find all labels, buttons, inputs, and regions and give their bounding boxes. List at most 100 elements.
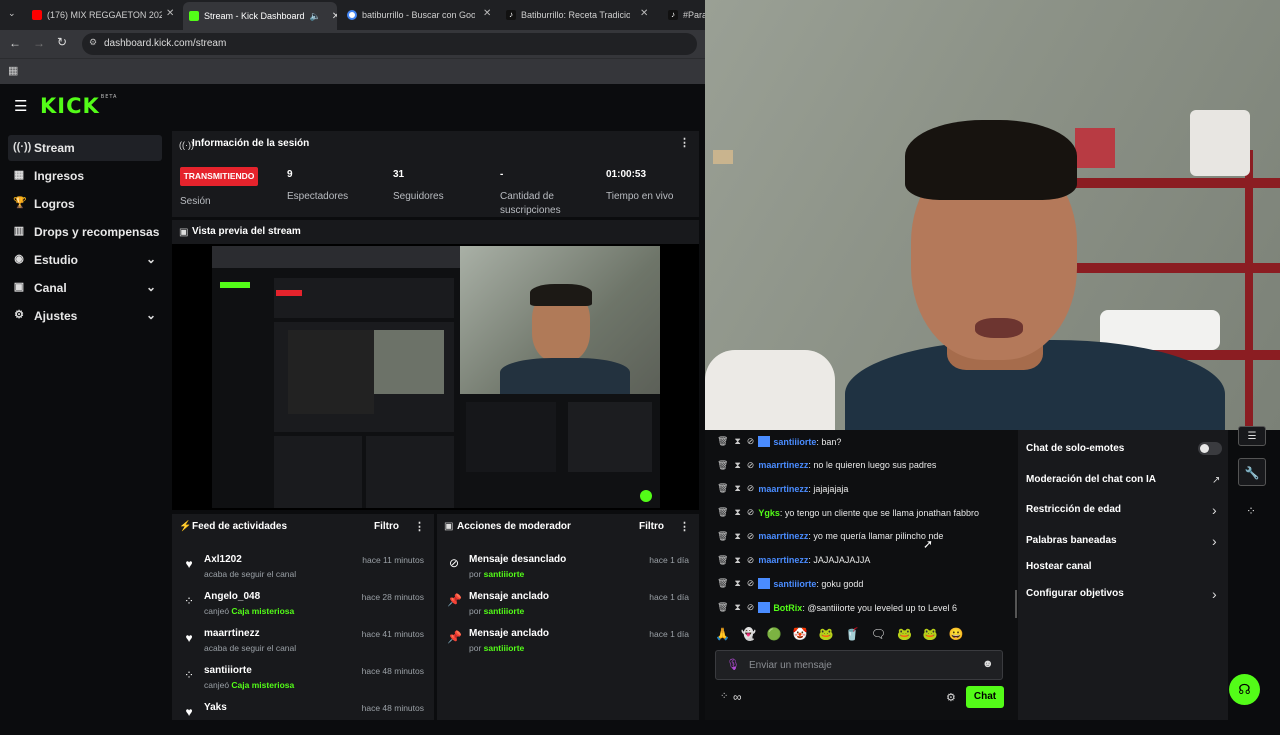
chat-settings-icon[interactable]: ⚙ <box>946 691 956 704</box>
url-field[interactable]: ⚙ dashboard.kick.com/stream <box>82 33 697 55</box>
timeout-icon[interactable]: ⧗ <box>734 436 740 447</box>
delete-message-icon[interactable]: 🗑 <box>717 460 728 471</box>
feed-username[interactable]: Yaks <box>204 702 227 713</box>
feed-username[interactable]: maarrtinezz <box>204 628 260 639</box>
mod-action-item[interactable]: ⊘ Mensaje desanclado hace 1 día por santiii… <box>437 553 699 587</box>
feed-filter-button[interactable]: Filtro <box>374 521 399 532</box>
wrench-icon[interactable]: 🔧 <box>1238 458 1266 486</box>
timeout-icon[interactable]: ⧗ <box>734 483 740 494</box>
back-arrow-icon[interactable]: ← <box>9 36 21 50</box>
emote-icon[interactable]: 🥤 <box>845 627 860 643</box>
close-tab-icon[interactable]: ✕ <box>166 8 174 19</box>
emote-icon[interactable]: 🐸 <box>819 627 834 643</box>
feed-username[interactable]: Angelo_048 <box>204 591 260 602</box>
sidebar-item-ingresos[interactable]: ▦ Ingresos <box>8 163 162 189</box>
chevron-right-icon[interactable]: › <box>1212 586 1217 602</box>
timeout-icon[interactable]: ⧗ <box>734 531 740 542</box>
chat-setting-item[interactable]: Configurar objetivos › <box>1026 586 1226 604</box>
chat-message[interactable]: 🗑 ⧗ ⊘ maarrtinezz: yo me quería llamar pili… <box>717 531 943 542</box>
moderator-name[interactable]: santiiiorte <box>484 606 525 616</box>
delete-message-icon[interactable]: 🗑 <box>717 436 728 447</box>
more-options-icon[interactable]: ⋮ <box>679 136 690 149</box>
chat-username[interactable]: maarrtinezz <box>758 555 808 565</box>
emote-icon[interactable]: 🤡 <box>793 627 808 643</box>
chat-username[interactable]: maarrtinezz <box>758 484 808 494</box>
close-tab-icon[interactable]: ✕ <box>640 8 648 19</box>
mod-action-item[interactable]: 📌 Mensaje anclado hace 1 día por santiiiort… <box>437 590 699 624</box>
feed-item[interactable]: ♥ Yaks hace 48 minutos <box>172 701 434 735</box>
reload-icon[interactable]: ↻ <box>57 35 67 49</box>
browser-tab-kick[interactable]: Stream - Kick Dashboard 🔈 ✕ <box>183 2 337 30</box>
site-info-icon[interactable]: ⚙ <box>89 37 97 48</box>
chat-message[interactable]: 🗑 ⧗ ⊘ BotRix: @santiiiorte you leveled up t… <box>717 601 957 613</box>
infinity-icon[interactable]: ∞ <box>733 690 742 704</box>
forward-arrow-icon[interactable]: → <box>33 36 45 50</box>
delete-message-icon[interactable]: 🗑 <box>717 531 728 542</box>
ban-user-icon[interactable]: ⊘ <box>747 578 755 589</box>
browser-tab-tiktok[interactable]: ♪ Batiburrillo: Receta Tradicional <box>506 4 630 26</box>
menu-icon[interactable]: ☰ <box>14 97 27 115</box>
chat-username[interactable]: maarrtinezz <box>758 460 808 470</box>
timeout-icon[interactable]: ⧗ <box>734 578 740 589</box>
chat-message[interactable]: 🗑 ⧗ ⊘ santiiiorte: ban? <box>717 436 841 447</box>
chat-message[interactable]: 🗑 ⧗ ⊘ santiiiorte: goku godd <box>717 578 863 590</box>
emoji-icon[interactable]: ☻ <box>982 658 994 670</box>
toggle-switch[interactable] <box>1198 442 1222 455</box>
support-headset-icon[interactable]: ☊ <box>1229 674 1260 705</box>
chat-setting-item[interactable]: Restricción de edad › <box>1026 502 1226 520</box>
timeout-icon[interactable]: ⧗ <box>734 555 740 566</box>
emote-icon[interactable]: 🙏 <box>715 627 730 643</box>
ban-user-icon[interactable]: ⊘ <box>747 602 755 613</box>
points-icon[interactable]: ⁘ <box>1246 504 1256 518</box>
delete-message-icon[interactable]: 🗑 <box>717 555 728 566</box>
chevron-down-icon[interactable]: ⌄ <box>146 308 156 322</box>
chat-message[interactable]: 🗑 ⧗ ⊘ maarrtinezz: no le quieren luego sus … <box>717 460 936 471</box>
sidebar-item-canal[interactable]: ▣ Canal ⌄ <box>8 275 162 301</box>
chat-setting-item[interactable]: Hostear canal <box>1026 561 1226 577</box>
feed-username[interactable]: santiiiorte <box>204 665 252 676</box>
chevron-down-icon[interactable]: ⌄ <box>146 280 156 294</box>
stream-preview-video[interactable] <box>172 244 699 510</box>
chat-input[interactable]: 🎙 Enviar un mensaje ☻ <box>715 650 1003 680</box>
ban-user-icon[interactable]: ⊘ <box>747 531 755 542</box>
emote-icon[interactable]: 🗨 <box>871 627 886 643</box>
sidebar-item-logros[interactable]: 🏆 Logros <box>8 191 162 217</box>
feed-item[interactable]: ♥ Axl1202 hace 11 minutos acaba de seguir e… <box>172 553 434 587</box>
chat-setting-item[interactable]: Palabras baneadas › <box>1026 533 1226 551</box>
more-options-icon[interactable]: ⋮ <box>679 520 690 533</box>
more-options-icon[interactable]: ⋮ <box>414 520 425 533</box>
mod-action-item[interactable]: 📌 Mensaje anclado hace 1 día por santiiiort… <box>437 627 699 661</box>
close-tab-icon[interactable]: ✕ <box>483 8 491 19</box>
layout-icon[interactable]: ☰ <box>1238 426 1266 446</box>
delete-message-icon[interactable]: 🗑 <box>717 483 728 494</box>
delete-message-icon[interactable]: 🗑 <box>717 602 728 613</box>
emote-icon[interactable]: 🟢 <box>767 627 782 643</box>
chat-message[interactable]: 🗑 ⧗ ⊘ maarrtinezz: JAJAJAJAJJA <box>717 555 870 566</box>
timeout-icon[interactable]: ⧗ <box>734 507 740 518</box>
moderator-name[interactable]: santiiiorte <box>484 569 525 579</box>
chat-username[interactable]: santiiiorte <box>773 579 816 589</box>
delete-message-icon[interactable]: 🗑 <box>717 578 728 589</box>
feed-item[interactable]: ⁘ santiiiorte hace 48 minutos canjeó Caja m… <box>172 664 434 698</box>
send-chat-button[interactable]: Chat <box>966 686 1004 708</box>
external-chart-icon[interactable]: ↗ <box>1212 475 1220 486</box>
chevron-right-icon[interactable]: › <box>1212 533 1217 549</box>
ban-user-icon[interactable]: ⊘ <box>747 555 755 566</box>
browser-tab-google[interactable]: batiburrillo - Buscar con Google <box>347 4 475 26</box>
chevron-down-icon[interactable]: ⌄ <box>146 252 156 266</box>
chat-message[interactable]: 🗑 ⧗ ⊘ Ygks: yo tengo un cliente que se llam… <box>717 507 979 518</box>
feed-username[interactable]: Axl1202 <box>204 554 242 565</box>
delete-message-icon[interactable]: 🗑 <box>717 507 728 518</box>
timeout-icon[interactable]: ⧗ <box>734 602 740 613</box>
mod-filter-button[interactable]: Filtro <box>639 521 664 532</box>
chat-username[interactable]: santiiiorte <box>773 437 816 447</box>
ban-user-icon[interactable]: ⊘ <box>747 436 755 447</box>
tab-list-chevron-icon[interactable]: ⌄ <box>8 8 16 19</box>
feed-item[interactable]: ⁘ Angelo_048 hace 28 minutos canjeó Caja mi… <box>172 590 434 624</box>
apps-grid-icon[interactable]: ▦ <box>8 64 18 77</box>
sidebar-item-estudio[interactable]: ◉ Estudio ⌄ <box>8 247 162 273</box>
ban-user-icon[interactable]: ⊘ <box>747 483 755 494</box>
chat-setting-item[interactable]: Chat de solo-emotes <box>1026 442 1226 459</box>
moderator-name[interactable]: santiiiorte <box>484 643 525 653</box>
points-icon[interactable]: ⁘ <box>720 691 728 702</box>
